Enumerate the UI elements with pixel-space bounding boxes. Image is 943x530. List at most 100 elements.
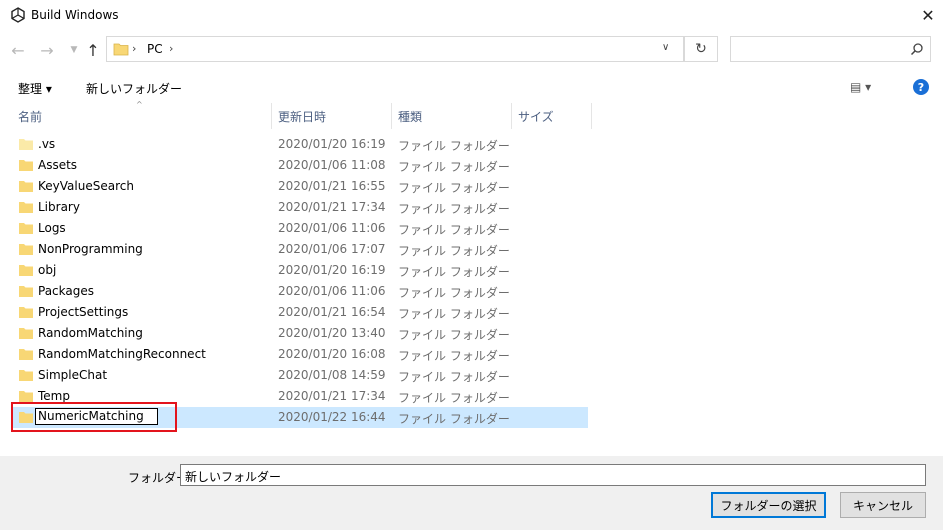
file-name: .vs xyxy=(38,137,56,151)
file-name: obj xyxy=(38,263,57,277)
file-type: ファイル フォルダー xyxy=(398,181,510,195)
file-date: 2020/01/20 16:08 xyxy=(278,347,386,361)
file-date: 2020/01/08 14:59 xyxy=(278,368,386,382)
search-input[interactable] xyxy=(730,36,931,62)
list-item[interactable]: obj 2020/01/20 16:19 ファイル フォルダー xyxy=(13,260,588,281)
file-name: Temp xyxy=(38,389,70,403)
folder-icon xyxy=(19,391,33,402)
column-type[interactable]: 種類 xyxy=(398,108,422,125)
close-icon[interactable]: ✕ xyxy=(913,2,943,28)
recent-locations-chevron-icon[interactable]: ▼ xyxy=(64,40,84,60)
new-folder-button[interactable]: 新しいフォルダー xyxy=(86,80,182,97)
folder-icon xyxy=(19,265,33,276)
window-title: Build Windows xyxy=(31,8,119,22)
file-type: ファイル フォルダー xyxy=(398,265,510,279)
file-type: ファイル フォルダー xyxy=(398,370,510,384)
file-type: ファイル フォルダー xyxy=(398,139,510,153)
forward-arrow-icon[interactable]: → xyxy=(37,40,57,60)
file-date: 2020/01/06 11:06 xyxy=(278,284,386,298)
file-date: 2020/01/20 16:19 xyxy=(278,263,386,277)
up-arrow-icon[interactable]: ↑ xyxy=(83,40,103,60)
folder-icon xyxy=(19,160,33,171)
column-date[interactable]: 更新日時 xyxy=(278,108,326,125)
file-name: Library xyxy=(38,200,80,214)
file-date: 2020/01/06 17:07 xyxy=(278,242,386,256)
folder-icon xyxy=(19,286,33,297)
folder-icon xyxy=(19,223,33,234)
help-icon[interactable]: ? xyxy=(913,79,929,95)
file-type: ファイル フォルダー xyxy=(398,307,510,321)
cancel-button[interactable]: キャンセル xyxy=(840,492,926,518)
file-type: ファイル フォルダー xyxy=(398,286,510,300)
select-folder-button[interactable]: フォルダーの選択 xyxy=(711,492,826,518)
folder-icon xyxy=(19,181,33,192)
file-name: NonProgramming xyxy=(38,242,143,256)
folder-icon xyxy=(19,349,33,360)
file-date: 2020/01/21 16:55 xyxy=(278,179,386,193)
refresh-icon[interactable]: ↻ xyxy=(684,36,718,62)
list-item[interactable]: Library 2020/01/21 17:34 ファイル フォルダー xyxy=(13,197,588,218)
column-divider[interactable] xyxy=(591,103,592,129)
file-name: Packages xyxy=(38,284,94,298)
address-dropdown-icon[interactable]: ∨ xyxy=(662,42,669,53)
file-date: 2020/01/21 17:34 xyxy=(278,389,386,403)
file-type: ファイル フォルダー xyxy=(398,160,510,174)
folder-icon xyxy=(19,370,33,381)
file-type: ファイル フォルダー xyxy=(398,349,510,363)
file-date: 2020/01/20 16:19 xyxy=(278,137,386,151)
unity-logo-icon xyxy=(11,7,25,23)
folder-icon xyxy=(19,202,33,213)
file-date: 2020/01/22 16:44 xyxy=(278,410,386,424)
list-item[interactable]: Logs 2020/01/06 11:06 ファイル フォルダー xyxy=(13,218,588,239)
column-divider[interactable] xyxy=(511,103,512,129)
column-divider[interactable] xyxy=(271,103,272,129)
column-header-row: ^ 名前 更新日時 種類 サイズ xyxy=(0,100,943,129)
file-name: Logs xyxy=(38,221,66,235)
file-type: ファイル フォルダー xyxy=(398,391,510,405)
file-date: 2020/01/20 13:40 xyxy=(278,326,386,340)
list-item[interactable]: Packages 2020/01/06 11:06 ファイル フォルダー xyxy=(13,281,588,302)
footer-panel: フォルダー: 新しいフォルダー フォルダーの選択 キャンセル xyxy=(0,456,943,530)
folder-icon xyxy=(19,328,33,339)
annotation-highlight xyxy=(11,402,177,432)
list-item[interactable]: Assets 2020/01/06 11:08 ファイル フォルダー xyxy=(13,155,588,176)
list-item[interactable]: ProjectSettings 2020/01/21 16:54 ファイル フォ… xyxy=(13,302,588,323)
folder-icon xyxy=(19,244,33,255)
file-type: ファイル フォルダー xyxy=(398,202,510,216)
list-item[interactable]: .vs 2020/01/20 16:19 ファイル フォルダー xyxy=(13,134,588,155)
breadcrumb-chevron-icon[interactable]: › xyxy=(169,42,173,55)
view-options-icon[interactable]: ▤ ▾ xyxy=(850,80,871,94)
list-item[interactable]: RandomMatchingReconnect 2020/01/20 16:08… xyxy=(13,344,588,365)
file-date: 2020/01/21 16:54 xyxy=(278,305,386,319)
file-date: 2020/01/06 11:08 xyxy=(278,158,386,172)
file-name: Assets xyxy=(38,158,78,172)
list-item[interactable]: NonProgramming 2020/01/06 17:07 ファイル フォル… xyxy=(13,239,588,260)
file-type: ファイル フォルダー xyxy=(398,412,510,426)
organize-button[interactable]: 整理 ▾ xyxy=(18,80,52,97)
address-bar[interactable]: › PC › ∨ xyxy=(106,36,684,62)
file-type: ファイル フォルダー xyxy=(398,223,510,237)
file-date: 2020/01/06 11:06 xyxy=(278,221,386,235)
file-name: RandomMatchingReconnect xyxy=(38,347,206,361)
breadcrumb-chevron-icon[interactable]: › xyxy=(132,42,136,55)
file-type: ファイル フォルダー xyxy=(398,244,510,258)
list-item[interactable]: RandomMatching 2020/01/20 13:40 ファイル フォル… xyxy=(13,323,588,344)
file-name: KeyValueSearch xyxy=(38,179,134,193)
file-name: SimpleChat xyxy=(38,368,108,382)
file-name: ProjectSettings xyxy=(38,305,129,319)
file-name: RandomMatching xyxy=(38,326,143,340)
list-item[interactable]: SimpleChat 2020/01/08 14:59 ファイル フォルダー xyxy=(13,365,588,386)
folder-icon xyxy=(19,139,33,150)
back-arrow-icon[interactable]: ← xyxy=(8,40,28,60)
column-name[interactable]: 名前 xyxy=(18,108,42,125)
title-bar: Build Windows ✕ xyxy=(0,0,943,30)
column-divider[interactable] xyxy=(391,103,392,129)
file-type: ファイル フォルダー xyxy=(398,328,510,342)
folder-name-input[interactable]: 新しいフォルダー xyxy=(180,464,926,486)
breadcrumb-pc[interactable]: PC xyxy=(147,42,163,56)
file-date: 2020/01/21 17:34 xyxy=(278,200,386,214)
column-size[interactable]: サイズ xyxy=(518,108,554,125)
list-item[interactable]: KeyValueSearch 2020/01/21 16:55 ファイル フォル… xyxy=(13,176,588,197)
sort-ascending-icon: ^ xyxy=(136,100,143,109)
search-icon[interactable] xyxy=(910,42,924,56)
